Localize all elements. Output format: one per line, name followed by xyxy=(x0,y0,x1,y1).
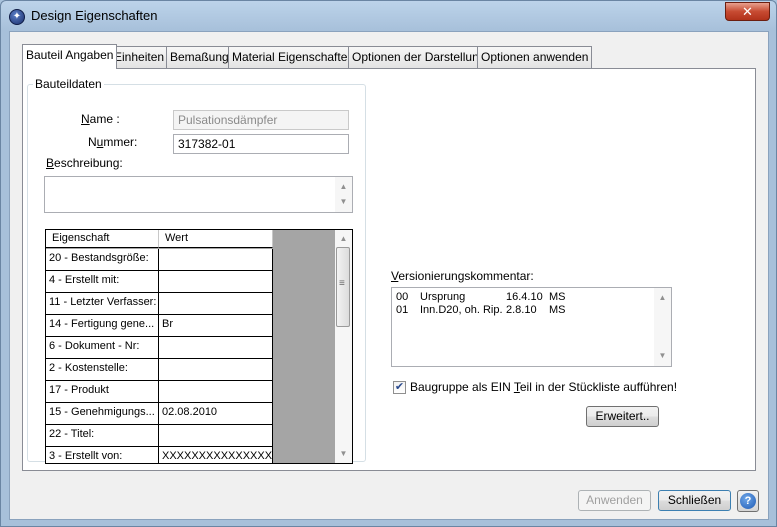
properties-grid: Eigenschaft Wert 20 - Bestandsgröße: 4 - … xyxy=(45,229,353,464)
property-value-cell[interactable] xyxy=(159,381,273,402)
version-line: 00 Ursprung 16.4.10 MS xyxy=(396,291,646,304)
help-button[interactable]: ? xyxy=(737,490,759,512)
property-name-cell[interactable]: 2 - Kostenstelle: xyxy=(46,359,159,380)
group-title: Bauteildaten xyxy=(33,77,104,91)
description-textarea[interactable]: ▲ ▼ xyxy=(44,176,353,213)
scroll-down-icon[interactable]: ▼ xyxy=(335,194,352,210)
property-value-cell[interactable] xyxy=(159,337,273,358)
close-button[interactable]: Schließen xyxy=(658,490,731,511)
tab-einheiten[interactable]: Einheiten xyxy=(110,46,169,68)
property-name-cell[interactable]: 15 - Genehmigungs... xyxy=(46,403,159,424)
number-field[interactable]: 317382-01 xyxy=(173,134,349,154)
scroll-up-icon[interactable]: ▲ xyxy=(335,179,352,195)
description-scrollbar[interactable]: ▲ ▼ xyxy=(335,177,352,212)
property-name-cell[interactable]: 14 - Fertigung gene... xyxy=(46,315,159,336)
table-row[interactable]: 17 - Produkt xyxy=(46,381,273,403)
assembly-single-part-checkbox[interactable]: ✔ xyxy=(393,381,406,394)
grid-scroll-up-icon[interactable]: ▲ xyxy=(335,231,352,247)
grid-scroll-down-icon[interactable]: ▼ xyxy=(335,446,352,462)
property-value-cell[interactable] xyxy=(159,293,273,314)
table-row[interactable]: 22 - Titel: xyxy=(46,425,273,447)
description-label-mnemonic: B xyxy=(46,156,55,170)
advanced-button[interactable]: Erweitert.. xyxy=(586,406,659,427)
table-row[interactable]: 20 - Bestandsgröße: xyxy=(46,249,273,271)
version-date: 16.4.10 xyxy=(506,291,543,303)
property-value-cell[interactable] xyxy=(159,359,273,380)
grid-scrollbar[interactable]: ▲ ≡ ▼ xyxy=(335,230,352,463)
assembly-single-part-label: Baugruppe als EIN Teil in der Stückliste… xyxy=(410,380,677,394)
property-name-cell[interactable]: 11 - Letzter Verfasser: xyxy=(46,293,159,314)
table-row[interactable]: 2 - Kostenstelle: xyxy=(46,359,273,381)
number-label-rest: mmer: xyxy=(103,135,138,149)
number-label-pre: N xyxy=(88,135,97,149)
tab-optionen-darstellung[interactable]: Optionen der Darstellung xyxy=(348,46,490,68)
table-row[interactable]: 14 - Fertigung gene... Br xyxy=(46,315,273,337)
property-name-cell[interactable]: 17 - Produkt xyxy=(46,381,159,402)
app-logo-icon: ✦ xyxy=(9,9,25,25)
property-value-cell[interactable] xyxy=(159,249,273,270)
tab-panel-bauteil-angaben: Bauteildaten Name : Pulsationsdämpfer Nu… xyxy=(22,68,756,471)
grid-header-eigenschaft[interactable]: Eigenschaft xyxy=(46,230,159,248)
window-title: Design Eigenschaften xyxy=(31,8,158,23)
property-name-cell[interactable]: 4 - Erstellt mit: xyxy=(46,271,159,292)
version-user: MS xyxy=(549,291,566,303)
grid-scroll-thumb[interactable]: ≡ xyxy=(336,247,350,327)
property-name-cell[interactable]: 3 - Erstellt von: xyxy=(46,447,159,463)
tab-bauteil-angaben[interactable]: Bauteil Angaben xyxy=(22,44,118,69)
tab-bemassung[interactable]: Bemaßung xyxy=(166,46,233,68)
version-comment-label: Versionierungskommentar: xyxy=(391,269,534,283)
version-comment-textarea[interactable]: 00 Ursprung 16.4.10 MS 01 Inn.D20, oh. Rip. 2.… xyxy=(391,287,672,367)
description-label-rest: eschreibung: xyxy=(54,156,123,170)
tab-material-eigenschaften[interactable]: Material Eigenschaften xyxy=(228,46,359,68)
property-value-cell[interactable]: 02.08.2010 xyxy=(159,403,273,424)
dialog-client-area: Bauteil Angaben Einheiten Bemaßung Mater… xyxy=(9,31,769,520)
name-label: Name : xyxy=(81,112,120,126)
help-icon: ? xyxy=(740,493,756,509)
property-value-cell[interactable]: XXXXXXXXXXXXXXXXXX xyxy=(159,447,273,463)
table-row[interactable]: 11 - Letzter Verfasser: xyxy=(46,293,273,315)
assembly-label-pre: Baugruppe als EIN xyxy=(410,380,514,394)
version-num: 01 xyxy=(396,304,409,316)
version-scroll-up-icon[interactable]: ▲ xyxy=(654,290,671,306)
apply-button[interactable]: Anwenden xyxy=(578,490,651,511)
version-line: 01 Inn.D20, oh. Rip. 2.8.10 MS xyxy=(396,304,646,317)
version-text: Inn.D20, oh. Rip. xyxy=(420,304,503,316)
property-value-cell[interactable]: Br xyxy=(159,315,273,336)
table-row[interactable]: 15 - Genehmigungs... 02.08.2010 xyxy=(46,403,273,425)
property-name-cell[interactable]: 22 - Titel: xyxy=(46,425,159,446)
property-name-cell[interactable]: 6 - Dokument - Nr: xyxy=(46,337,159,358)
property-name-cell[interactable]: 20 - Bestandsgröße: xyxy=(46,249,159,270)
bauteildaten-group: Bauteildaten Name : Pulsationsdämpfer Nu… xyxy=(27,77,366,464)
table-row[interactable]: 3 - Erstellt von:XXXXXXXXXXXXXXXXXX xyxy=(46,447,273,463)
version-text: Ursprung xyxy=(420,291,466,303)
version-user: MS xyxy=(549,304,566,316)
property-value-cell[interactable] xyxy=(159,271,273,292)
tab-optionen-anwenden[interactable]: Optionen anwenden xyxy=(477,46,593,68)
version-label-rest: ersionierungskommentar: xyxy=(398,269,534,283)
version-date: 2.8.10 xyxy=(506,304,537,316)
name-label-mnemonic: N xyxy=(81,112,90,126)
table-row[interactable]: 4 - Erstellt mit: xyxy=(46,271,273,293)
version-scrollbar[interactable]: ▲ ▼ xyxy=(654,288,671,366)
grip-icon: ≡ xyxy=(339,278,345,289)
number-label: Nummer: xyxy=(88,135,137,149)
dialog-window: ✦ Design Eigenschaften ✕ Bauteil Angaben… xyxy=(0,0,777,527)
close-window-button[interactable]: ✕ xyxy=(725,2,770,21)
assembly-label-rest: eil in der Stückliste aufführen! xyxy=(519,380,678,394)
version-num: 00 xyxy=(396,291,409,303)
property-value-cell[interactable] xyxy=(159,425,273,446)
name-label-rest: ame : xyxy=(89,112,120,126)
table-row[interactable]: 6 - Dokument - Nr: xyxy=(46,337,273,359)
grid-header-wert[interactable]: Wert xyxy=(159,230,273,248)
name-field[interactable]: Pulsationsdämpfer xyxy=(173,110,349,130)
title-bar[interactable]: ✦ Design Eigenschaften ✕ xyxy=(1,1,776,31)
version-scroll-down-icon[interactable]: ▼ xyxy=(654,348,671,364)
description-label: Beschreibung: xyxy=(46,156,123,170)
